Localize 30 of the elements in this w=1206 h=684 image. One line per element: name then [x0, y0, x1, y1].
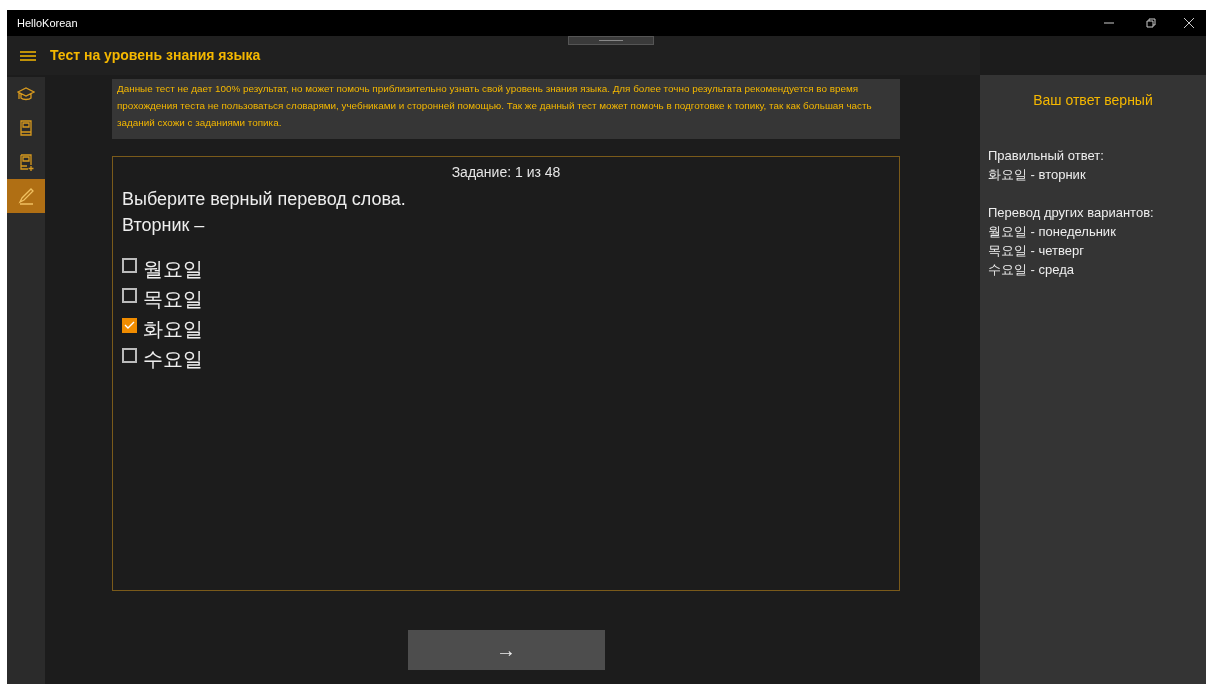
restore-icon[interactable] — [1146, 18, 1156, 28]
answer-option[interactable]: 목요일 — [122, 284, 890, 314]
task-counter: Задание: 1 из 48 — [450, 163, 562, 182]
menu-icon[interactable] — [20, 49, 36, 62]
notice-text: Данные тест не дает 100% результат, но может помочь приблизительно узнать свой уровень знания языка. Для более точно результата рекомендуется во время прохождения теста не пользоваться словарями, учебниками и сторонней помощью. Так же данный тест может помочь в подготовке к топику, так как большая часть заданий схожи с заданиями топика. — [112, 79, 900, 139]
answer-option[interactable]: 화요일 — [122, 314, 890, 344]
correct-answer: 화요일 - вторник — [988, 166, 1087, 184]
window-title: HelloKorean — [17, 15, 78, 31]
graduation-cap-icon — [17, 85, 35, 103]
checkbox[interactable] — [122, 287, 137, 303]
question-word: Вторник – — [122, 214, 206, 237]
others-heading: Перевод других вариантов: — [988, 204, 1155, 222]
answer-option[interactable]: 월요일 — [122, 254, 890, 284]
checkbox[interactable] — [122, 347, 137, 363]
book-plus-icon — [17, 153, 35, 171]
next-button[interactable]: → — [407, 630, 605, 670]
page-title: Тест на уровень знания языка — [50, 46, 261, 65]
pencil-icon — [17, 187, 35, 205]
correct-heading: Правильный ответ: — [988, 147, 1105, 165]
other-translation: 수요일 - среда — [988, 261, 1076, 279]
drag-handle[interactable] — [568, 36, 654, 45]
close-icon[interactable] — [1184, 18, 1194, 28]
book-icon — [17, 119, 35, 137]
checkbox[interactable] — [122, 317, 137, 333]
checkbox[interactable] — [122, 257, 137, 273]
other-translation: 목요일 - четверг — [988, 242, 1086, 260]
other-translation: 월요일 - понедельник — [988, 223, 1117, 241]
question-text: Выберите верный перевод слова. — [122, 188, 407, 211]
answer-option[interactable]: 수요일 — [122, 344, 890, 374]
verdict-text: Ваш ответ верный — [1032, 91, 1154, 110]
